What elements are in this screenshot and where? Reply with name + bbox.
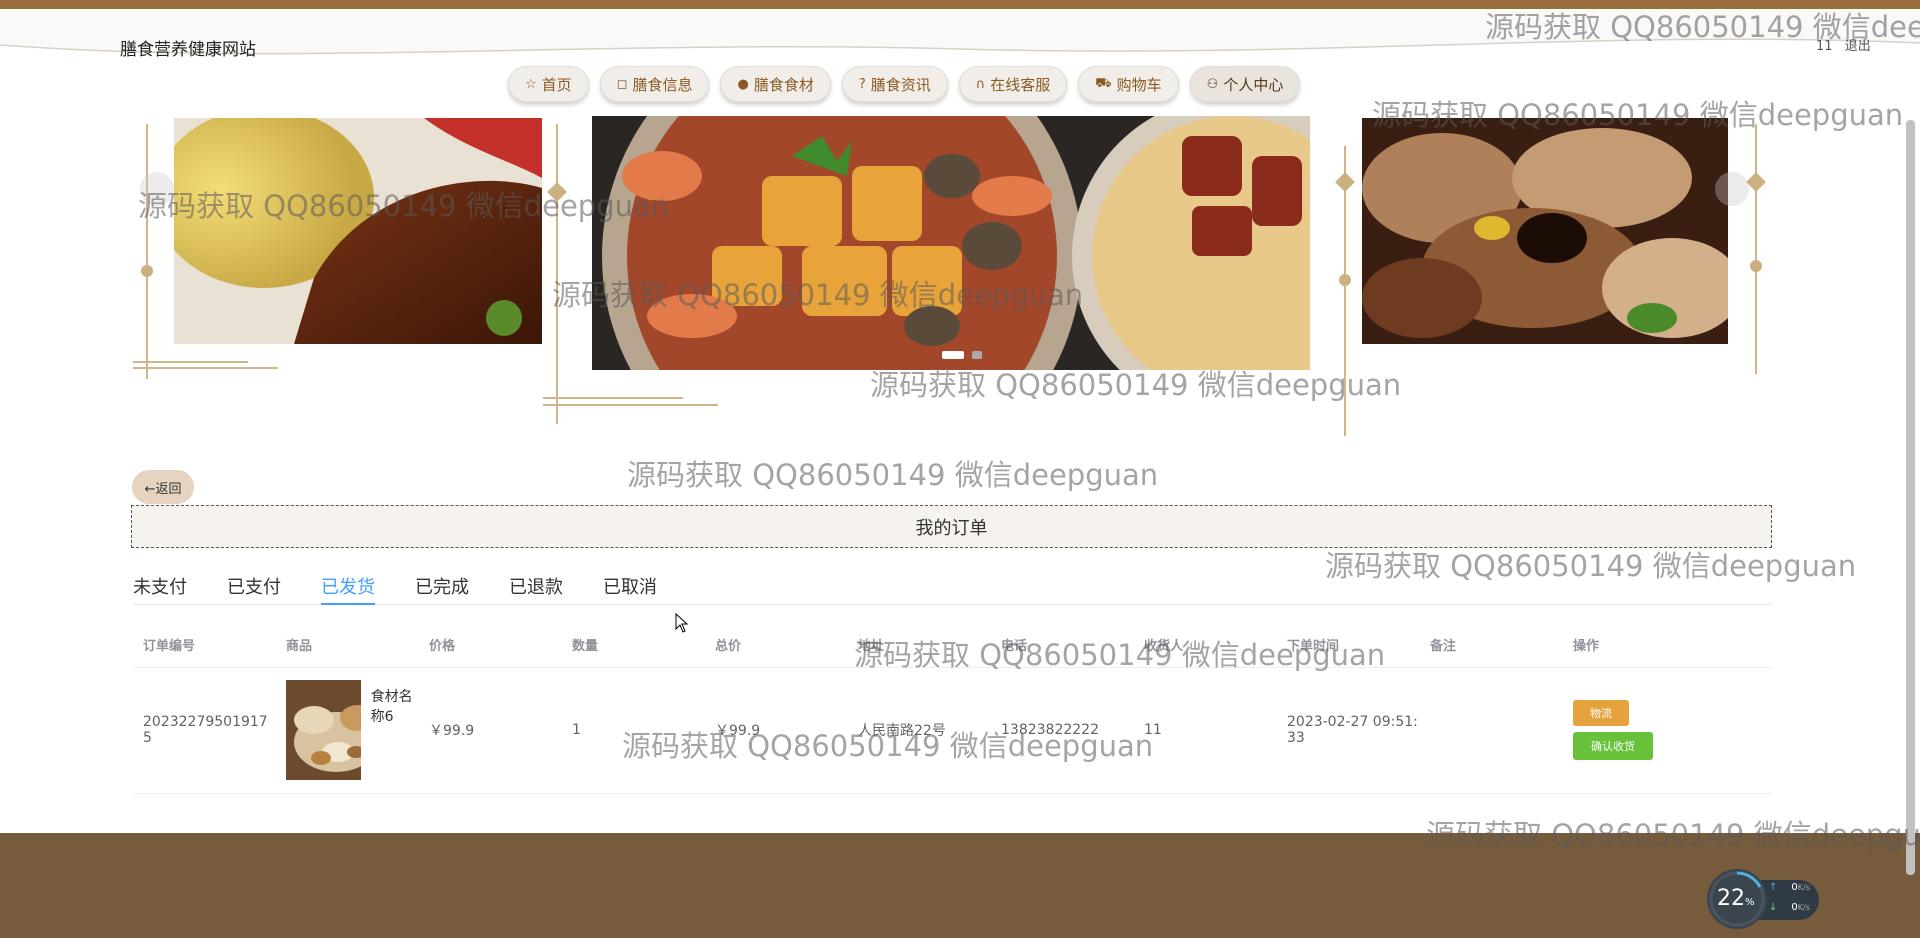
- header-wave-decoration: [0, 38, 1920, 65]
- nav-label: 膳食食材: [753, 75, 814, 94]
- product-image[interactable]: [286, 680, 361, 780]
- cell-total: ￥99.9: [705, 667, 848, 794]
- col-actions: 操作: [1563, 622, 1772, 668]
- nav-home[interactable]: ☆ 首页: [508, 66, 589, 102]
- cell-receiver: 11: [1134, 667, 1277, 794]
- tab-completed[interactable]: 已完成: [415, 573, 469, 605]
- logout-link[interactable]: 退出: [1845, 39, 1871, 54]
- top-accent-bar: [0, 0, 1920, 9]
- table-header-row: 订单编号 商品 价格 数量 总价 地址 电话 收货人 下单时间 备注 操作: [133, 622, 1772, 668]
- tab-refunded[interactable]: 已退款: [509, 573, 563, 605]
- page-scrollbar[interactable]: [1906, 120, 1915, 875]
- nav-support[interactable]: ∩ 在线客服: [958, 66, 1068, 102]
- nav-ingredients[interactable]: ● 膳食食材: [720, 66, 831, 102]
- upload-unit: K/s: [1797, 883, 1810, 892]
- main-nav: ☆ 首页 ◻ 膳食信息 ● 膳食食材 ? 膳食资讯 ∩ 在线客服 ⛟ 购物车 ⚇ 个人中心: [508, 66, 1301, 102]
- deco-dot: [1750, 260, 1762, 272]
- table-row: 202322795019175 食材名称6 ￥99.9 1 ￥99.9 人民南路…: [133, 667, 1772, 794]
- download-unit: K/s: [1797, 903, 1810, 912]
- nav-label: 首页: [541, 75, 572, 94]
- headset-icon: ∩: [975, 76, 986, 92]
- deco-diamond: [1746, 172, 1766, 192]
- nav-label: 膳食信息: [632, 75, 693, 94]
- nav-cart[interactable]: ⛟ 购物车: [1078, 66, 1179, 102]
- col-total: 总价: [705, 622, 848, 668]
- back-button[interactable]: ←返回: [132, 470, 194, 504]
- carousel-next-arrow[interactable]: [1715, 172, 1749, 206]
- tab-paid[interactable]: 已支付: [227, 573, 281, 605]
- cell-product: 食材名称6: [276, 667, 419, 794]
- carousel-prev-arrow[interactable]: [140, 172, 174, 206]
- tab-unpaid[interactable]: 未支付: [133, 573, 187, 605]
- deco-dot: [141, 265, 153, 277]
- food-carousel: [130, 110, 1770, 436]
- cell-note: [1420, 667, 1563, 794]
- tab-cancelled[interactable]: 已取消: [603, 573, 657, 605]
- cell-address: 人民南路22号: [848, 667, 991, 794]
- watermark: 源码获取 QQ86050149 微信deepguan: [627, 458, 1159, 492]
- col-price: 价格: [419, 622, 562, 668]
- site-header: 膳食营养健康网站 11 退出: [0, 9, 1920, 65]
- carousel-image-roast: [1362, 118, 1728, 344]
- cell-time: 2023-02-27 09:51:33: [1277, 667, 1420, 794]
- deco-line: [133, 361, 248, 363]
- nav-news[interactable]: ? 膳食资讯: [841, 66, 948, 102]
- col-product: 商品: [276, 622, 419, 668]
- upload-arrow-icon: ↑: [1769, 882, 1778, 893]
- nav-label: 个人中心: [1223, 75, 1284, 94]
- deco-line: [543, 397, 683, 399]
- col-note: 备注: [1420, 622, 1563, 668]
- confirm-receipt-button[interactable]: 确认收货: [1573, 732, 1653, 760]
- cell-price: ￥99.9: [419, 667, 562, 794]
- cell-order-no: 202322795019175: [133, 667, 276, 794]
- deco-line: [1755, 124, 1757, 374]
- tab-shipped[interactable]: 已发货: [321, 573, 375, 605]
- deco-diamond: [1335, 172, 1355, 192]
- site-footer: [0, 833, 1920, 938]
- page-title: 我的订单: [131, 505, 1772, 548]
- deco-line: [146, 124, 148, 379]
- nav-label: 在线客服: [990, 75, 1051, 94]
- orders-table: 订单编号 商品 价格 数量 总价 地址 电话 收货人 下单时间 备注 操作 20…: [133, 622, 1772, 794]
- deco-diamond: [547, 182, 567, 202]
- nav-diet-info[interactable]: ◻ 膳食信息: [599, 66, 710, 102]
- nav-label: 膳食资讯: [870, 75, 931, 94]
- cpu-percent-unit: %: [1745, 897, 1755, 908]
- download-rate: ↓ 0K/s: [1769, 902, 1810, 913]
- product-name: 食材名称6: [370, 689, 413, 725]
- col-receiver: 收货人: [1134, 622, 1277, 668]
- site-title: 膳食营养健康网站: [120, 40, 256, 60]
- col-order-no: 订单编号: [133, 622, 276, 668]
- col-phone: 电话: [991, 622, 1134, 668]
- deco-line: [543, 404, 718, 406]
- nav-label: 购物车: [1116, 75, 1162, 94]
- user-area: 11 退出: [1808, 35, 1871, 54]
- username[interactable]: 11: [1816, 39, 1833, 54]
- user-icon: ⚇: [1206, 76, 1219, 92]
- cpu-percent-value: 22: [1717, 886, 1745, 911]
- help-icon: ?: [858, 76, 866, 92]
- nav-personal-center[interactable]: ⚇ 个人中心: [1189, 66, 1301, 102]
- deco-line: [133, 367, 278, 369]
- cpu-percent: 22%: [1717, 886, 1755, 911]
- col-time: 下单时间: [1277, 622, 1420, 668]
- carousel-image-grilled-meat: [174, 118, 542, 344]
- download-arrow-icon: ↓: [1769, 902, 1778, 913]
- deco-line: [556, 124, 558, 424]
- info-icon: ●: [737, 76, 749, 92]
- order-status-tabs: 未支付 已支付 已发货 已完成 已退款 已取消: [133, 573, 1772, 605]
- cart-icon: ⛟: [1095, 75, 1112, 91]
- col-address: 地址: [848, 622, 991, 668]
- bag-icon: ◻: [616, 76, 628, 92]
- cell-actions: 物流 确认收货: [1563, 667, 1772, 794]
- cell-phone: 13823822222: [991, 667, 1134, 794]
- mouse-cursor-icon: [675, 613, 689, 633]
- logistics-button[interactable]: 物流: [1573, 700, 1629, 726]
- cell-quantity: 1: [562, 667, 705, 794]
- star-icon: ☆: [525, 76, 537, 92]
- deco-dot: [1339, 274, 1351, 286]
- network-speed-widget[interactable]: 22% ↑ 0K/s ↓ 0K/s: [1707, 868, 1822, 930]
- upload-rate: ↑ 0K/s: [1769, 882, 1810, 893]
- carousel-image-seafood: [592, 116, 1310, 370]
